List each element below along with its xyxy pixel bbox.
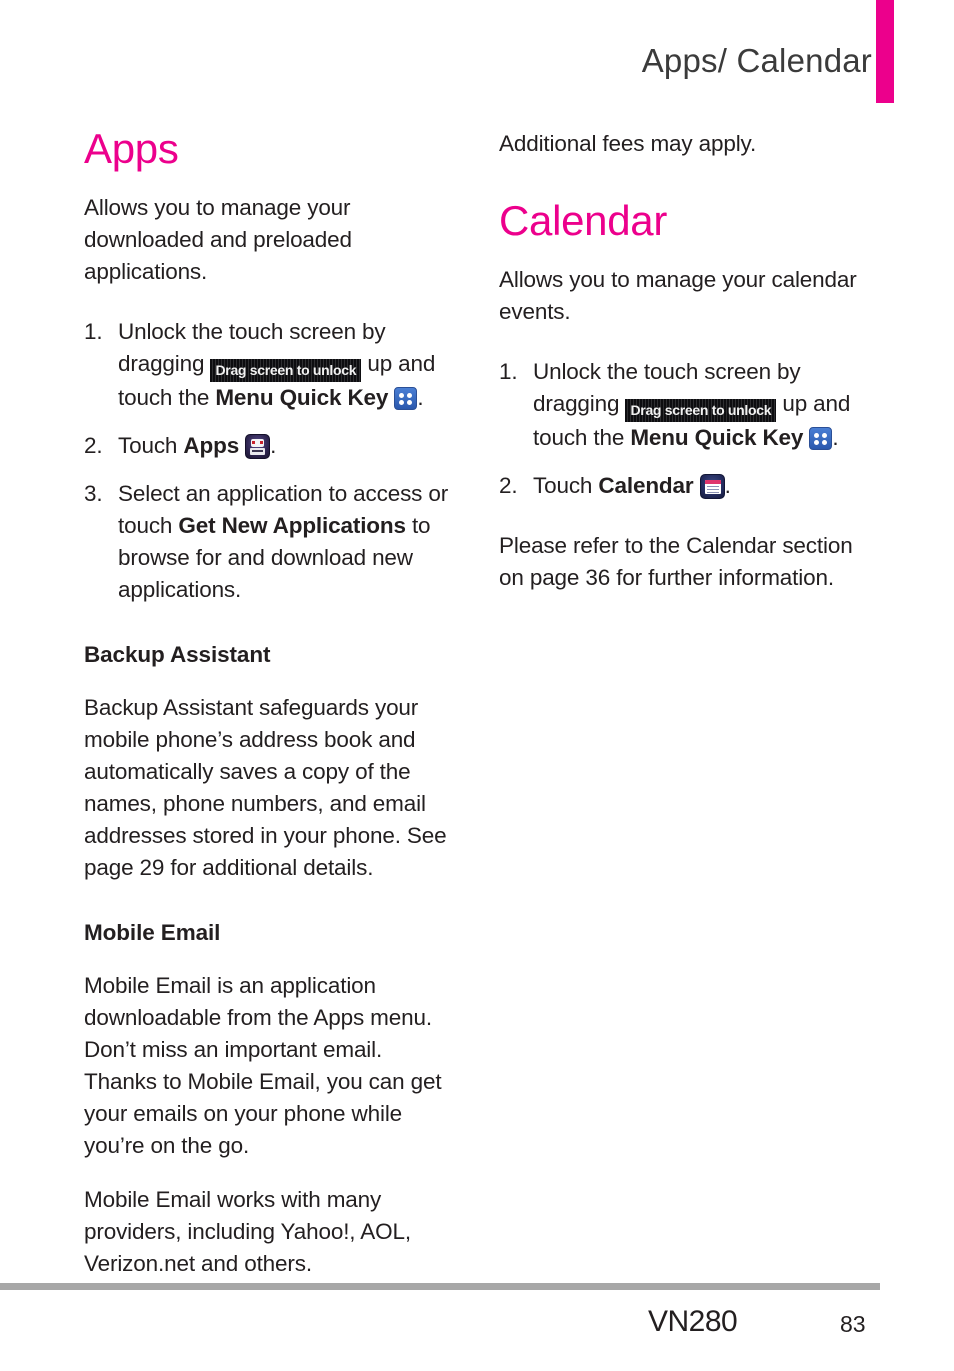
step-number: 3. [84,481,103,506]
step-number: 1. [84,319,103,344]
drag-screen-to-unlock-badge: Drag screen to unlock [210,359,362,382]
page-title-apps: Apps [84,125,179,172]
step-number: 1. [499,359,518,384]
step-text-part3: . [832,425,839,450]
additional-fees-note: Additional fees may apply. [499,131,757,156]
apps-icon [245,434,271,459]
list-item: 1. Unlock the touch screen by dragging Dr… [84,316,456,414]
get-new-applications-label: Get New Applications [178,513,406,538]
list-item: 3. Select an application to access or tou… [84,478,456,606]
drag-screen-to-unlock-badge: Drag screen to unlock [625,399,777,422]
header-accent-bar [876,0,894,103]
menu-quick-key-icon [394,387,418,410]
list-item: 1. Unlock the touch screen by dragging Dr… [499,356,871,454]
page-footer: VN280 83 [0,1265,954,1371]
footer-divider [0,1283,880,1290]
calendar-icon [699,474,725,499]
menu-quick-key-label: Menu Quick Key [215,385,389,410]
list-item: 2. Touch Apps . [84,430,456,462]
step-number: 2. [499,473,518,498]
subsection-title-mobile-email: Mobile Email [84,920,221,945]
footer-model-name: VN280 [648,1305,738,1338]
calendar-closing-note: Please refer to the Calendar section on … [499,533,853,590]
subsection-title-backup-assistant: Backup Assistant [84,642,271,667]
calendar-label: Calendar [598,473,694,498]
step-text-part3: . [417,385,424,410]
menu-quick-key-label: Menu Quick Key [630,425,804,450]
step-text-part3: . [724,473,731,498]
step-text-part1: Touch [118,433,184,458]
calendar-steps-list: 1. Unlock the touch screen by dragging Dr… [499,356,871,502]
list-item: 2. Touch Calendar . [499,470,871,502]
menu-quick-key-icon [809,427,833,450]
step-number: 2. [84,433,103,458]
page-header: Apps/ Calendar [0,0,954,110]
mobile-email-body: Mobile Email is an application downloada… [84,973,442,1158]
page-number: 83 [840,1311,866,1337]
right-column: Additional fees may apply. Calendar Allo… [499,128,871,594]
apps-label: Apps [183,433,240,458]
apps-steps-list: 1. Unlock the touch screen by dragging Dr… [84,316,456,606]
page-title-calendar: Calendar [499,197,668,244]
left-column: Apps Allows you to manage your downloade… [84,128,456,1280]
step-text-part3: . [270,433,277,458]
calendar-lead-paragraph: Allows you to manage your calendar event… [499,267,857,324]
step-text-part1: Touch [533,473,599,498]
backup-assistant-body: Backup Assistant safeguards your mobile … [84,695,447,880]
header-title: Apps/ Calendar [641,42,872,79]
apps-lead-paragraph: Allows you to manage your downloaded and… [84,195,352,284]
